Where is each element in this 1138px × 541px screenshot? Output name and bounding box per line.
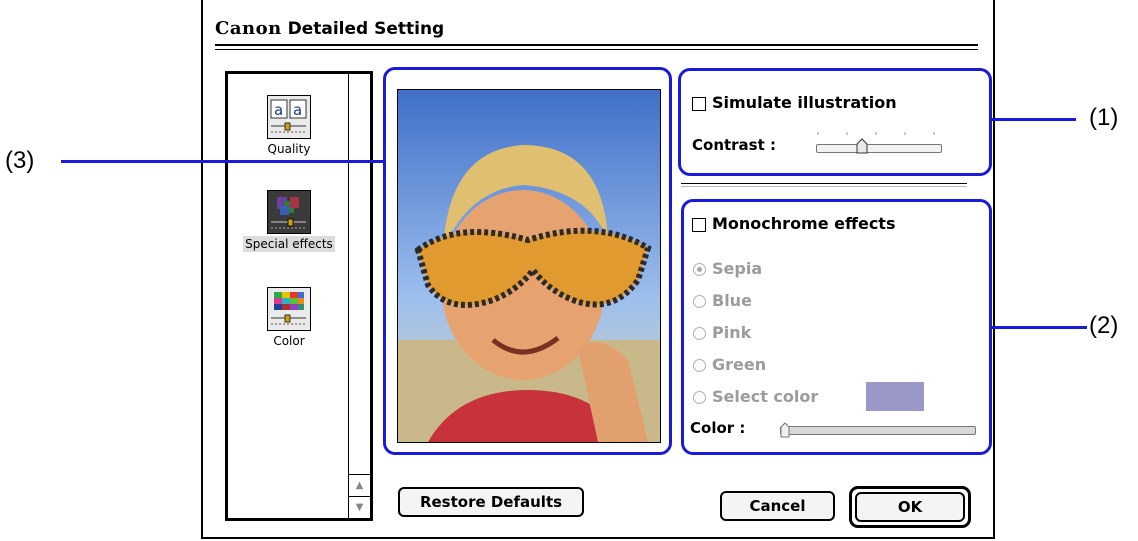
radio-green[interactable]: Green [693, 355, 766, 374]
dialog-title: Canon Detailed Setting [215, 18, 444, 39]
leader-line-2 [992, 326, 1087, 329]
callout-box-preview [383, 67, 672, 455]
radio-button[interactable] [693, 391, 706, 404]
radio-button[interactable] [693, 295, 706, 308]
radio-button[interactable] [693, 359, 706, 372]
sidebar-item-label: Color [273, 334, 305, 348]
monochrome-effects-checkbox[interactable]: Monochrome effects [692, 214, 895, 233]
color-slider[interactable] [778, 419, 978, 441]
scroll-up-arrow-icon[interactable]: ▲ [349, 474, 370, 496]
radio-button[interactable] [693, 263, 706, 276]
scroll-down-arrow-icon[interactable]: ▼ [349, 496, 370, 518]
radio-button[interactable] [693, 327, 706, 340]
title-divider-secondary [215, 49, 978, 50]
select-color-swatch[interactable] [866, 382, 924, 411]
simulate-illustration-label: Simulate illustration [712, 93, 897, 112]
contrast-slider-ticks [817, 132, 935, 135]
simulate-illustration-checkbox[interactable]: Simulate illustration [692, 93, 897, 112]
contrast-slider[interactable] [812, 128, 944, 158]
settings-category-list[interactable]: a a Quality Special effects Color ▲ ▼ [225, 71, 373, 521]
checkbox-box[interactable] [692, 217, 706, 232]
callout-label-3: (3) [5, 147, 35, 174]
color-icon [267, 287, 311, 331]
sidebar-scrollbar[interactable]: ▲ ▼ [348, 74, 370, 518]
callout-label-2: (2) [1089, 312, 1119, 339]
sidebar-item-quality[interactable]: a a Quality [228, 95, 350, 157]
svg-text:a: a [293, 101, 302, 119]
radio-label: Select color [712, 387, 819, 406]
sidebar-item-special-effects[interactable]: Special effects [228, 190, 350, 252]
quality-icon: a a [267, 95, 311, 139]
leader-line-1 [992, 118, 1076, 121]
color-label: Color : [690, 419, 746, 437]
radio-label: Blue [712, 291, 752, 310]
special-effects-icon [267, 190, 311, 234]
restore-defaults-button[interactable]: Restore Defaults [398, 487, 584, 517]
cancel-button[interactable]: Cancel [720, 491, 835, 521]
sidebar-item-label: Special effects [243, 236, 335, 252]
checkbox-box[interactable] [692, 96, 706, 111]
sidebar-item-label: Quality [267, 142, 311, 156]
radio-label: Pink [712, 323, 752, 342]
radio-label: Green [712, 355, 767, 374]
canon-logo: Canon [215, 18, 282, 39]
svg-text:a: a [274, 101, 283, 119]
color-slider-thumb[interactable] [780, 422, 790, 438]
radio-blue[interactable]: Blue [693, 291, 752, 310]
radio-select-color[interactable]: Select color [693, 387, 818, 406]
callout-label-1: (1) [1089, 104, 1119, 131]
title-divider [215, 44, 978, 46]
section-divider [681, 183, 967, 184]
ok-button[interactable]: OK [855, 492, 965, 522]
contrast-label: Contrast : [692, 136, 777, 154]
contrast-slider-track [816, 144, 942, 153]
dialog-title-text: Detailed Setting [287, 19, 445, 39]
section-divider-shadow [681, 186, 967, 187]
sidebar-item-color[interactable]: Color [228, 287, 350, 349]
radio-label: Sepia [712, 259, 763, 278]
contrast-slider-thumb[interactable] [856, 138, 868, 154]
radio-sepia[interactable]: Sepia [693, 259, 762, 278]
monochrome-effects-label: Monochrome effects [712, 214, 896, 233]
color-slider-track [780, 426, 976, 435]
callout-box-illustration [678, 68, 992, 176]
leader-line-3 [61, 160, 383, 163]
radio-pink[interactable]: Pink [693, 323, 751, 342]
